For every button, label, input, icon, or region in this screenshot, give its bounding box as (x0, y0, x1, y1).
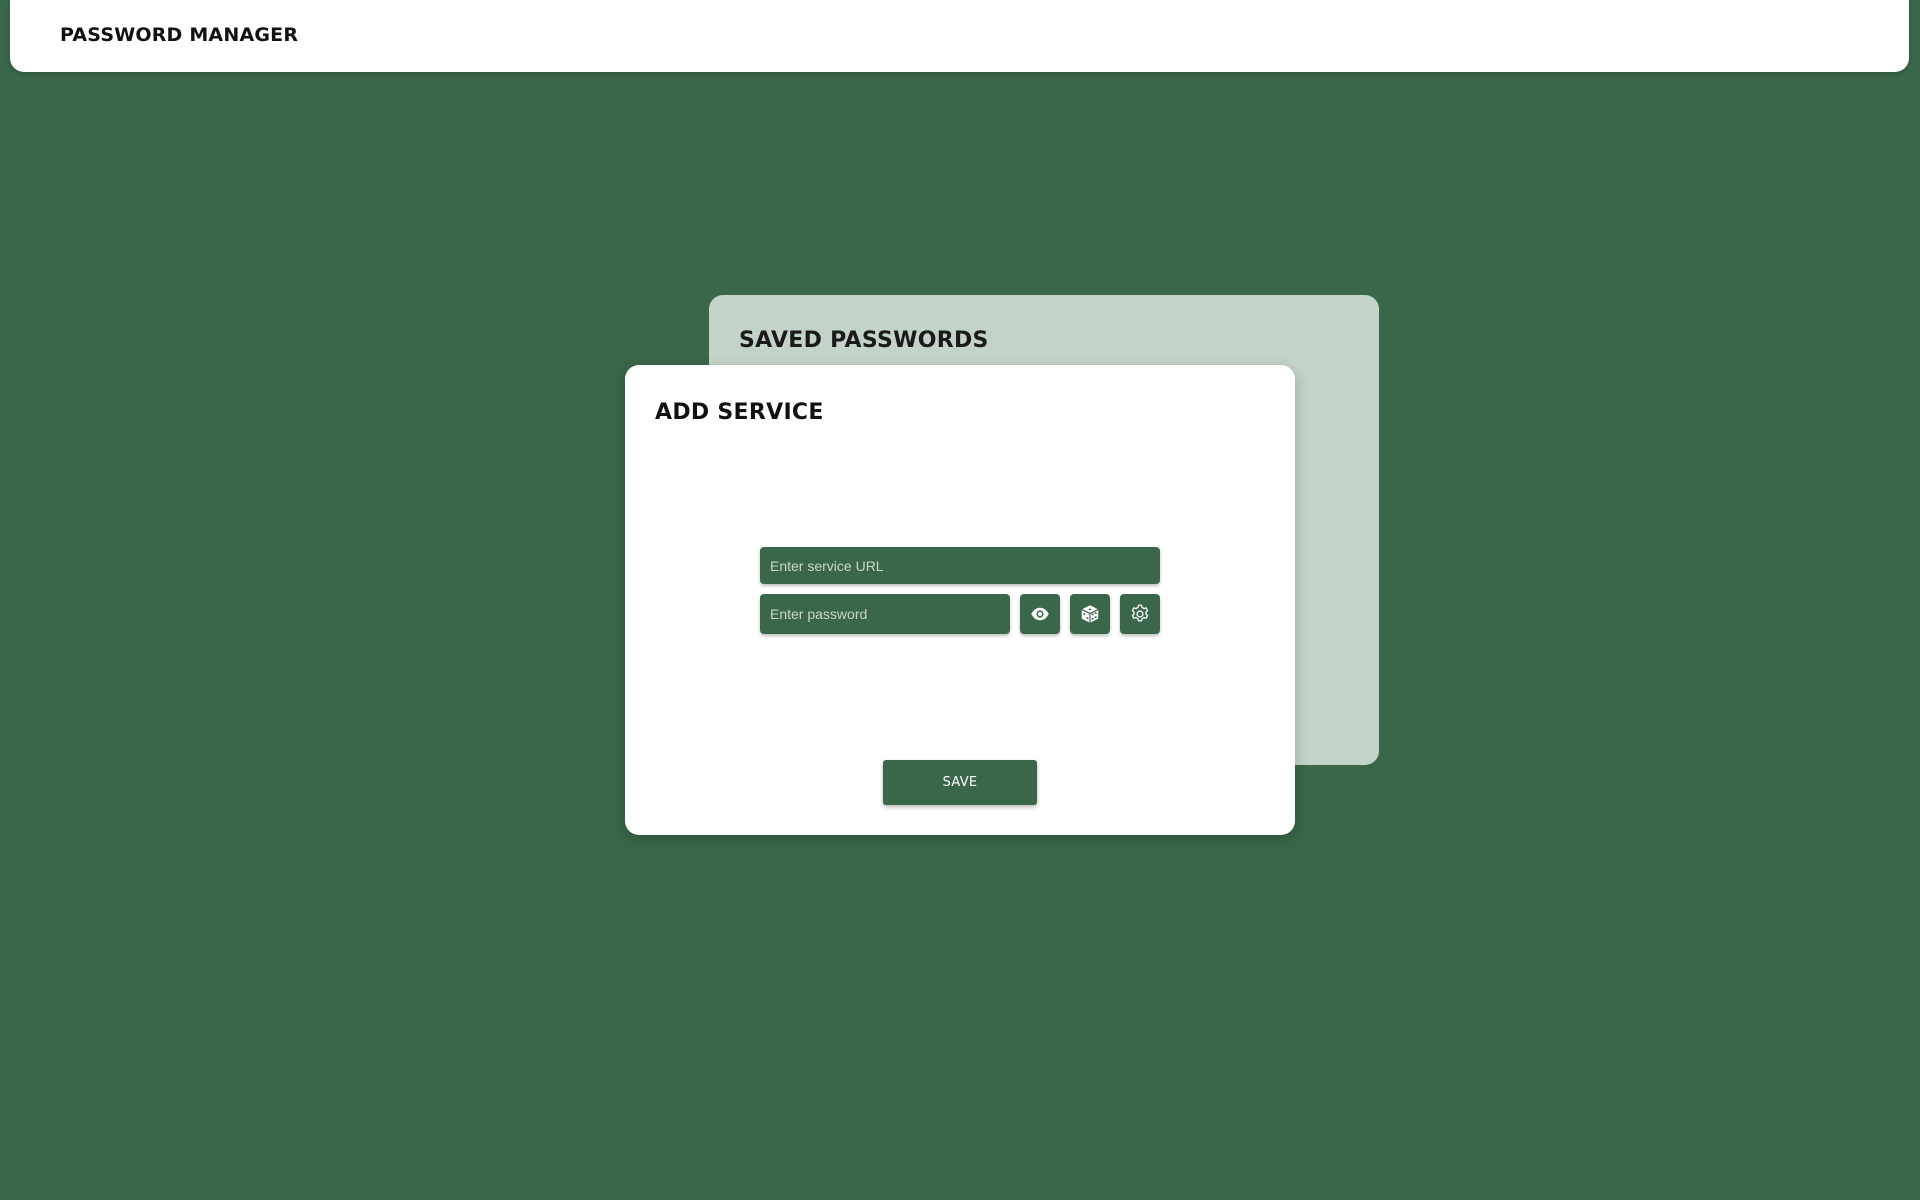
password-settings-button[interactable] (1120, 594, 1160, 634)
dice-icon (1081, 605, 1099, 623)
eye-icon (1031, 607, 1049, 621)
toggle-password-visibility-button[interactable] (1020, 594, 1060, 634)
add-service-title: ADD SERVICE (655, 400, 824, 425)
gear-icon (1131, 604, 1149, 622)
add-service-card: ADD SERVICE SAVE (625, 365, 1295, 835)
password-input[interactable] (760, 594, 1010, 634)
app-header: PASSWORD MANAGER (10, 0, 1909, 72)
service-url-input[interactable] (760, 547, 1160, 584)
save-button[interactable]: SAVE (883, 760, 1037, 805)
generate-password-button[interactable] (1070, 594, 1110, 634)
saved-passwords-title: SAVED PASSWORDS (739, 328, 989, 353)
app-title: PASSWORD MANAGER (60, 24, 299, 46)
